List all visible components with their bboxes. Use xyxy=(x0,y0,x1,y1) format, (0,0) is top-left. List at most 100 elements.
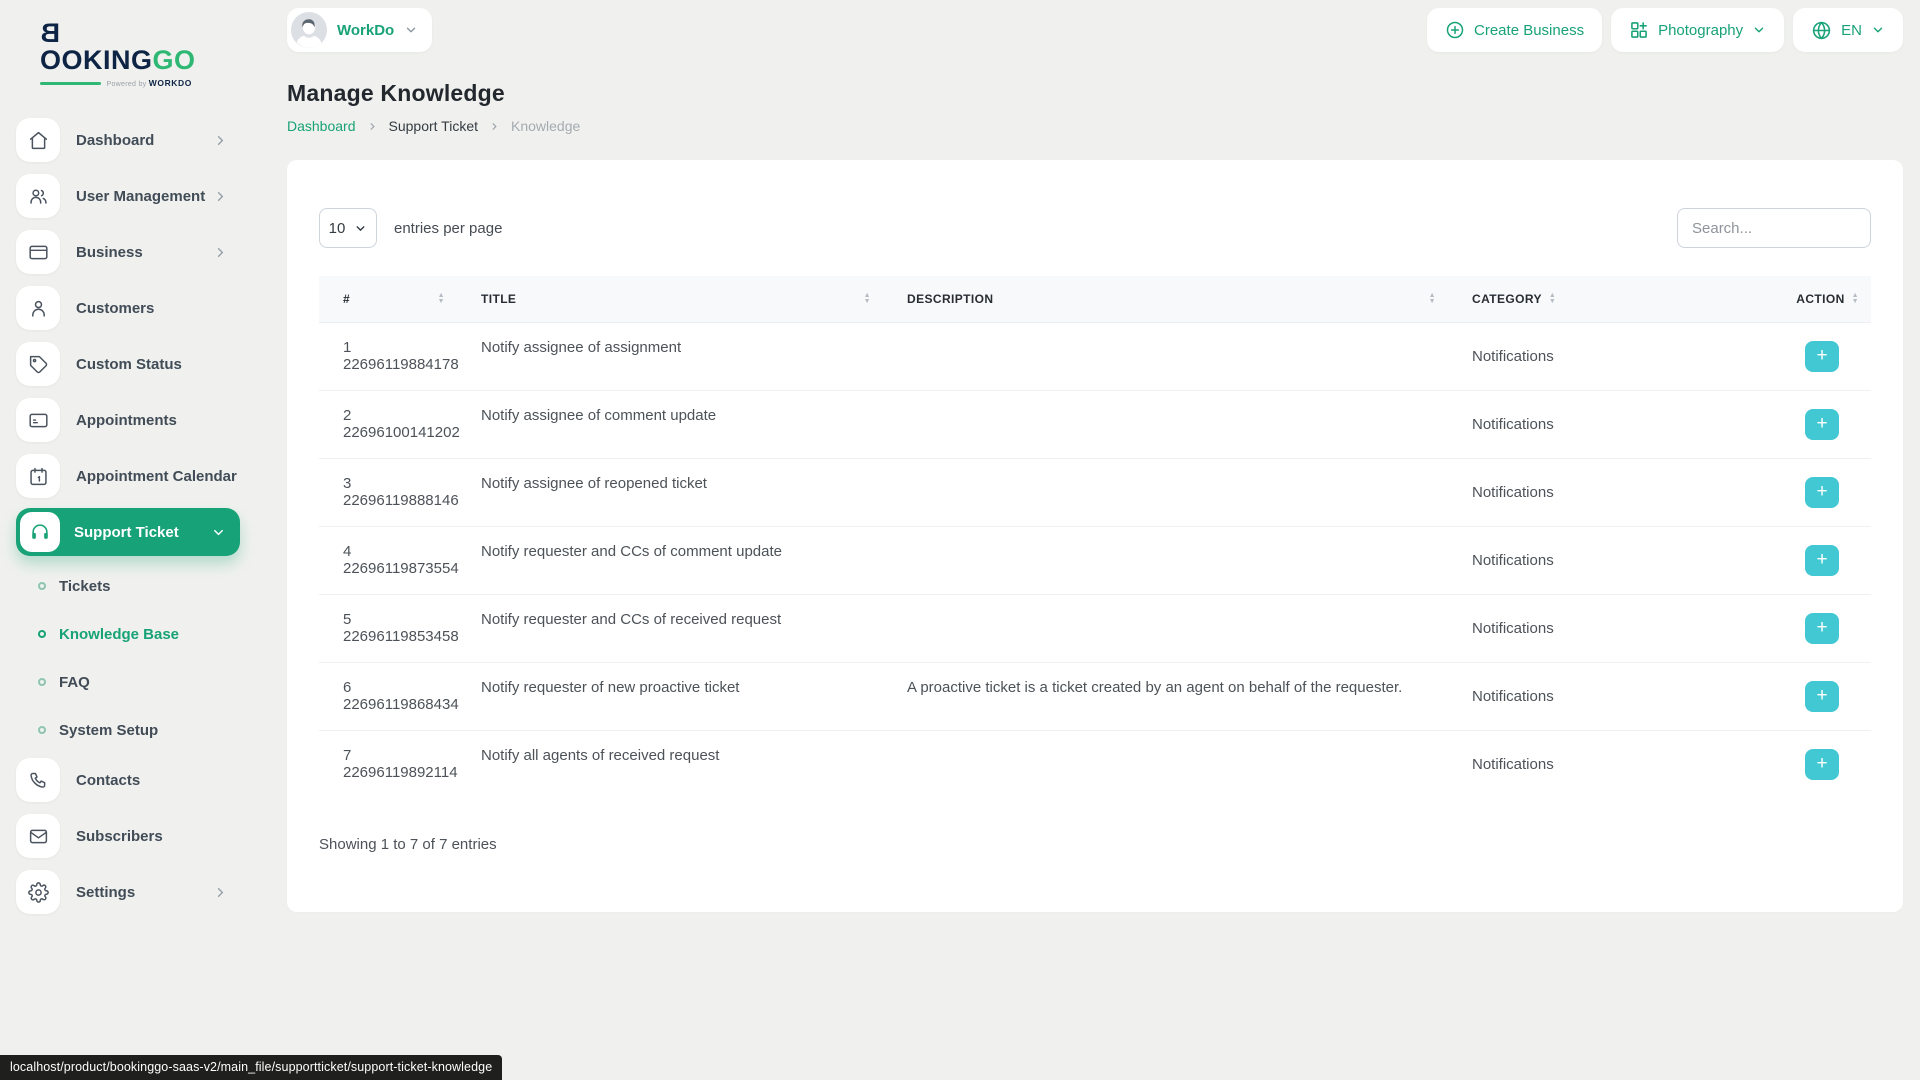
logo-underline: Powered by WORKDO xyxy=(40,78,192,88)
mail-icon xyxy=(16,814,60,858)
sidebar-item-business[interactable]: Business xyxy=(16,230,240,274)
table-row: 2 22696100141202Notify assignee of comme… xyxy=(319,390,1871,458)
sidebar-item-custom-status[interactable]: Custom Status xyxy=(16,342,240,386)
row-title-cell: Notify all agents of received request xyxy=(457,730,883,798)
table-row: 4 22696119873554Notify requester and CCs… xyxy=(319,526,1871,594)
breadcrumb-support-ticket[interactable]: Support Ticket xyxy=(389,118,479,134)
create-business-button[interactable]: Create Business xyxy=(1427,8,1602,52)
row-description-cell xyxy=(883,730,1448,798)
row-title-cell: Notify requester and CCs of received req… xyxy=(457,594,883,662)
tag-icon xyxy=(16,342,60,386)
sidebar-item-label: Appointments xyxy=(76,412,240,429)
chevron-down-icon xyxy=(354,222,367,235)
row-number-cell: 3 22696119888146 xyxy=(319,458,457,526)
home-icon xyxy=(16,118,60,162)
sidebar-item-label: Custom Status xyxy=(76,356,240,373)
column-header-[interactable]: #▲▼ xyxy=(319,276,457,322)
row-add-button[interactable]: + xyxy=(1805,681,1839,712)
breadcrumb-dashboard[interactable]: Dashboard xyxy=(287,118,356,134)
sidebar-subitem-label: Tickets xyxy=(59,578,110,595)
row-category-cell: Notifications xyxy=(1448,322,1738,390)
chevron-down-icon xyxy=(404,23,418,37)
chevron-down-icon xyxy=(1752,23,1766,37)
sidebar-item-appointment-calendar[interactable]: Appointment Calendar xyxy=(16,454,240,498)
knowledge-table-card: 10 entries per page #▲▼TITLE▲▼DESCRIPTIO… xyxy=(287,160,1903,912)
entries-per-page-select[interactable]: 10 xyxy=(319,208,377,248)
bookinggo-logo[interactable]: BOOKINGGO Powered by WORKDO xyxy=(40,20,192,88)
row-add-button[interactable]: + xyxy=(1805,477,1839,508)
sidebar-item-subscribers[interactable]: Subscribers xyxy=(16,814,240,858)
row-add-button[interactable]: + xyxy=(1805,341,1839,372)
sort-arrows-icon: ▲▼ xyxy=(864,293,871,305)
row-number-cell: 4 22696119873554 xyxy=(319,526,457,594)
sidebar-item-dashboard[interactable]: Dashboard xyxy=(16,118,240,162)
sidebar-subitem-knowledge-base[interactable]: Knowledge Base xyxy=(16,614,240,654)
row-description-cell xyxy=(883,390,1448,458)
workspace-dropdown[interactable]: WorkDo xyxy=(287,8,432,52)
column-header-category[interactable]: CATEGORY▲▼ xyxy=(1448,276,1738,322)
bullet-circle-icon xyxy=(38,582,46,590)
sidebar-subitem-tickets[interactable]: Tickets xyxy=(16,566,240,606)
business-type-label: Photography xyxy=(1658,22,1743,39)
row-number-cell: 6 22696119868434 xyxy=(319,662,457,730)
sidebar-item-user-management[interactable]: User Management xyxy=(16,174,240,218)
row-add-button[interactable]: + xyxy=(1805,613,1839,644)
topbar: WorkDo Create Business Photography xyxy=(287,8,1903,52)
row-category-cell: Notifications xyxy=(1448,526,1738,594)
entries-per-page-label: entries per page xyxy=(394,220,502,237)
row-category-cell: Notifications xyxy=(1448,594,1738,662)
row-title-cell: Notify assignee of assignment xyxy=(457,322,883,390)
row-action-cell: + xyxy=(1738,526,1871,594)
sidebar-item-settings[interactable]: Settings xyxy=(16,870,240,914)
calendar-icon xyxy=(16,454,60,498)
row-add-button[interactable]: + xyxy=(1805,409,1839,440)
appointment-icon xyxy=(16,398,60,442)
row-action-cell: + xyxy=(1738,390,1871,458)
credit-card-icon xyxy=(16,230,60,274)
create-business-label: Create Business xyxy=(1474,22,1584,39)
sidebar-subitem-faq[interactable]: FAQ xyxy=(16,662,240,702)
customer-icon xyxy=(16,286,60,330)
language-dropdown[interactable]: EN xyxy=(1793,8,1903,52)
language-label: EN xyxy=(1841,22,1862,39)
chevron-right-icon xyxy=(213,189,228,204)
sidebar-item-support-ticket[interactable]: Support Ticket xyxy=(16,508,240,556)
bullet-circle-icon xyxy=(38,630,46,638)
column-header-description[interactable]: DESCRIPTION▲▼ xyxy=(883,276,1448,322)
row-action-cell: + xyxy=(1738,730,1871,798)
sidebar-item-contacts[interactable]: Contacts xyxy=(16,758,240,802)
sidebar-item-label: Contacts xyxy=(76,772,240,789)
search-input[interactable] xyxy=(1677,208,1871,248)
business-type-dropdown[interactable]: Photography xyxy=(1611,8,1784,52)
chevron-right-icon xyxy=(213,885,228,900)
row-add-button[interactable]: + xyxy=(1805,545,1839,576)
row-action-cell: + xyxy=(1738,322,1871,390)
row-category-cell: Notifications xyxy=(1448,390,1738,458)
sidebar-subitem-label: Knowledge Base xyxy=(59,626,179,643)
bullet-circle-icon xyxy=(38,678,46,686)
table-summary: Showing 1 to 7 of 7 entries xyxy=(319,836,1871,853)
table-controls: 10 entries per page xyxy=(319,208,1871,248)
sidebar-item-customers[interactable]: Customers xyxy=(16,286,240,330)
breadcrumb: Dashboard Support Ticket Knowledge xyxy=(287,118,1903,134)
sidebar: BOOKINGGO Powered by WORKDO Dashboard Use… xyxy=(0,0,256,1080)
app-root: BOOKINGGO Powered by WORKDO Dashboard Use… xyxy=(0,0,1920,1080)
row-description-cell xyxy=(883,322,1448,390)
row-category-cell: Notifications xyxy=(1448,730,1738,798)
sidebar-item-label: Subscribers xyxy=(76,828,240,845)
row-description-cell xyxy=(883,526,1448,594)
sort-arrows-icon: ▲▼ xyxy=(1549,293,1556,305)
column-header-title[interactable]: TITLE▲▼ xyxy=(457,276,883,322)
row-add-button[interactable]: + xyxy=(1805,749,1839,780)
sidebar-subitem-system-setup[interactable]: System Setup xyxy=(16,710,240,750)
row-category-cell: Notifications xyxy=(1448,458,1738,526)
sidebar-item-appointments[interactable]: Appointments xyxy=(16,398,240,442)
chevron-down-icon xyxy=(1871,23,1885,37)
main-area: WorkDo Create Business Photography xyxy=(256,0,1920,1080)
chevron-right-icon xyxy=(213,133,228,148)
headset-icon xyxy=(20,512,60,552)
table-body: 1 22696119884178Notify assignee of assig… xyxy=(319,322,1871,798)
column-header-action[interactable]: ACTION▲▼ xyxy=(1738,276,1871,322)
globe-icon xyxy=(1811,20,1832,41)
chevron-down-icon xyxy=(211,525,226,540)
